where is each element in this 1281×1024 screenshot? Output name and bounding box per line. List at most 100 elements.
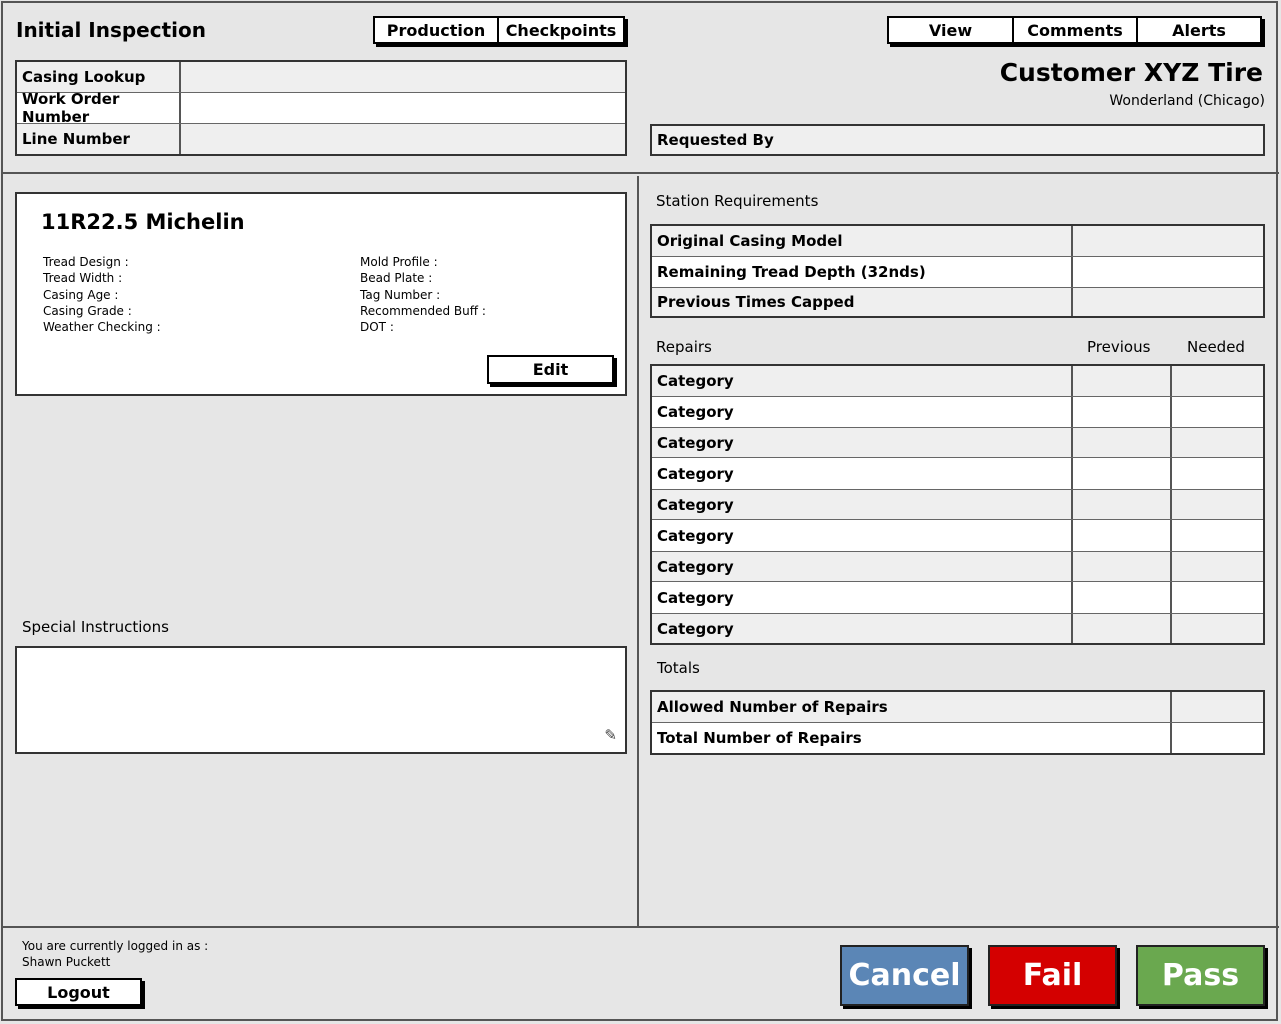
repair-needed-cell[interactable] — [1172, 582, 1263, 613]
requested-by-label: Requested By — [657, 131, 774, 149]
repair-needed-cell[interactable] — [1172, 552, 1263, 581]
casing-age-label: Casing Age : — [43, 287, 119, 302]
work-order-number-label: Work Order Number — [17, 90, 181, 126]
totals-row-value — [1172, 692, 1263, 722]
repairs-previous-header: Previous — [1087, 338, 1151, 356]
repair-needed-cell[interactable] — [1172, 520, 1263, 551]
tab-production[interactable]: Production — [373, 16, 499, 44]
tire-right-fields: Mold Profile : Bead Plate : Tag Number :… — [360, 254, 486, 335]
repair-category-label: Category — [652, 614, 1073, 643]
totals-row-label: Allowed Number of Repairs — [652, 692, 1172, 722]
repair-needed-cell[interactable] — [1172, 397, 1263, 427]
right-tab-bar: View Comments Alerts — [887, 16, 1262, 44]
station-requirements-table: Original Casing Model Remaining Tread De… — [650, 224, 1265, 318]
repair-row: Category — [652, 397, 1263, 428]
station-row-value[interactable] — [1073, 226, 1263, 256]
customer-location: Wonderland (Chicago) — [1109, 93, 1265, 109]
repair-row: Category — [652, 614, 1263, 643]
station-row-label: Remaining Tread Depth (32nds) — [652, 257, 1073, 287]
repair-needed-cell[interactable] — [1172, 490, 1263, 519]
tag-number-label: Tag Number : — [360, 287, 441, 302]
bead-plate-label: Bead Plate : — [360, 271, 433, 286]
repair-category-label: Category — [652, 458, 1073, 489]
pass-button[interactable]: Pass — [1136, 945, 1265, 1006]
dot-label: DOT : — [360, 320, 394, 335]
repair-category-label: Category — [652, 490, 1073, 519]
line-number-input[interactable] — [181, 124, 625, 154]
weather-checking-label: Weather Checking : — [43, 320, 161, 335]
login-info: You are currently logged in as : Shawn P… — [22, 938, 208, 970]
station-row-label: Previous Times Capped — [652, 288, 1073, 316]
repair-category-label: Category — [652, 366, 1073, 396]
totals-table: Allowed Number of Repairs Total Number o… — [650, 690, 1265, 755]
cancel-button[interactable]: Cancel — [840, 945, 969, 1006]
repair-category-label: Category — [652, 397, 1073, 427]
repairs-needed-header: Needed — [1187, 338, 1245, 356]
casing-grade-label: Casing Grade : — [43, 303, 132, 318]
user-name: Shawn Puckett — [22, 955, 111, 969]
lookup-grid: Casing Lookup Work Order Number Line Num… — [15, 60, 627, 156]
repair-previous-cell[interactable] — [1073, 520, 1172, 551]
totals-heading: Totals — [657, 659, 700, 677]
logged-in-text: You are currently logged in as : — [22, 939, 209, 953]
repair-category-label: Category — [652, 428, 1073, 457]
totals-row-value — [1172, 723, 1263, 753]
repair-previous-cell[interactable] — [1073, 552, 1172, 581]
mold-profile-label: Mold Profile : — [360, 255, 438, 269]
station-row-label: Original Casing Model — [652, 226, 1073, 256]
repair-previous-cell[interactable] — [1073, 614, 1172, 643]
tab-alerts[interactable]: Alerts — [1136, 16, 1262, 44]
header-divider — [2, 172, 1279, 174]
repairs-heading: Repairs — [656, 338, 712, 356]
repair-needed-cell[interactable] — [1172, 428, 1263, 457]
station-requirements-heading: Station Requirements — [656, 192, 819, 210]
repair-category-label: Category — [652, 520, 1073, 551]
footer-divider — [2, 926, 1279, 928]
tire-title: 11R22.5 Michelin — [41, 210, 245, 234]
line-number-label: Line Number — [17, 124, 181, 154]
repair-row: Category — [652, 552, 1263, 582]
tab-checkpoints[interactable]: Checkpoints — [497, 16, 625, 44]
edit-button[interactable]: Edit — [487, 355, 614, 384]
recommended-buff-label: Recommended Buff : — [360, 303, 486, 318]
repair-category-label: Category — [652, 582, 1073, 613]
casing-lookup-input[interactable] — [181, 62, 625, 92]
repair-previous-cell[interactable] — [1073, 490, 1172, 519]
tread-width-label: Tread Width : — [43, 271, 123, 286]
customer-name: Customer XYZ Tire — [999, 58, 1263, 87]
requested-by-field[interactable]: Requested By — [650, 124, 1265, 156]
station-row-value[interactable] — [1073, 288, 1263, 316]
repair-previous-cell[interactable] — [1073, 366, 1172, 396]
repair-previous-cell[interactable] — [1073, 458, 1172, 489]
tread-design-label: Tread Design : — [43, 255, 129, 269]
repair-needed-cell[interactable] — [1172, 458, 1263, 489]
special-instructions-textarea[interactable]: ✎ — [15, 646, 627, 754]
tire-left-fields: Tread Design : Tread Width : Casing Age … — [43, 254, 161, 335]
special-instructions-label: Special Instructions — [22, 618, 169, 636]
repair-category-label: Category — [652, 552, 1073, 581]
repair-row: Category — [652, 428, 1263, 458]
work-order-number-input[interactable] — [181, 93, 625, 123]
logout-button[interactable]: Logout — [15, 978, 142, 1006]
repair-row: Category — [652, 520, 1263, 552]
repair-previous-cell[interactable] — [1073, 582, 1172, 613]
repairs-table: Category Category Category Category Category… — [650, 364, 1265, 645]
repair-row: Category — [652, 582, 1263, 614]
station-row-value[interactable] — [1073, 257, 1263, 287]
tab-view[interactable]: View — [887, 16, 1014, 44]
repair-previous-cell[interactable] — [1073, 397, 1172, 427]
casing-lookup-label: Casing Lookup — [17, 62, 181, 92]
repair-needed-cell[interactable] — [1172, 366, 1263, 396]
repair-row: Category — [652, 490, 1263, 520]
page-title: Initial Inspection — [16, 18, 206, 42]
fail-button[interactable]: Fail — [988, 945, 1117, 1006]
pencil-icon: ✎ — [604, 726, 617, 744]
repair-previous-cell[interactable] — [1073, 428, 1172, 457]
tab-comments[interactable]: Comments — [1012, 16, 1138, 44]
repair-needed-cell[interactable] — [1172, 614, 1263, 643]
left-tab-bar: Production Checkpoints — [373, 16, 625, 44]
repair-row: Category — [652, 458, 1263, 490]
repair-row: Category — [652, 366, 1263, 397]
totals-row-label: Total Number of Repairs — [652, 723, 1172, 753]
column-divider — [637, 176, 639, 926]
